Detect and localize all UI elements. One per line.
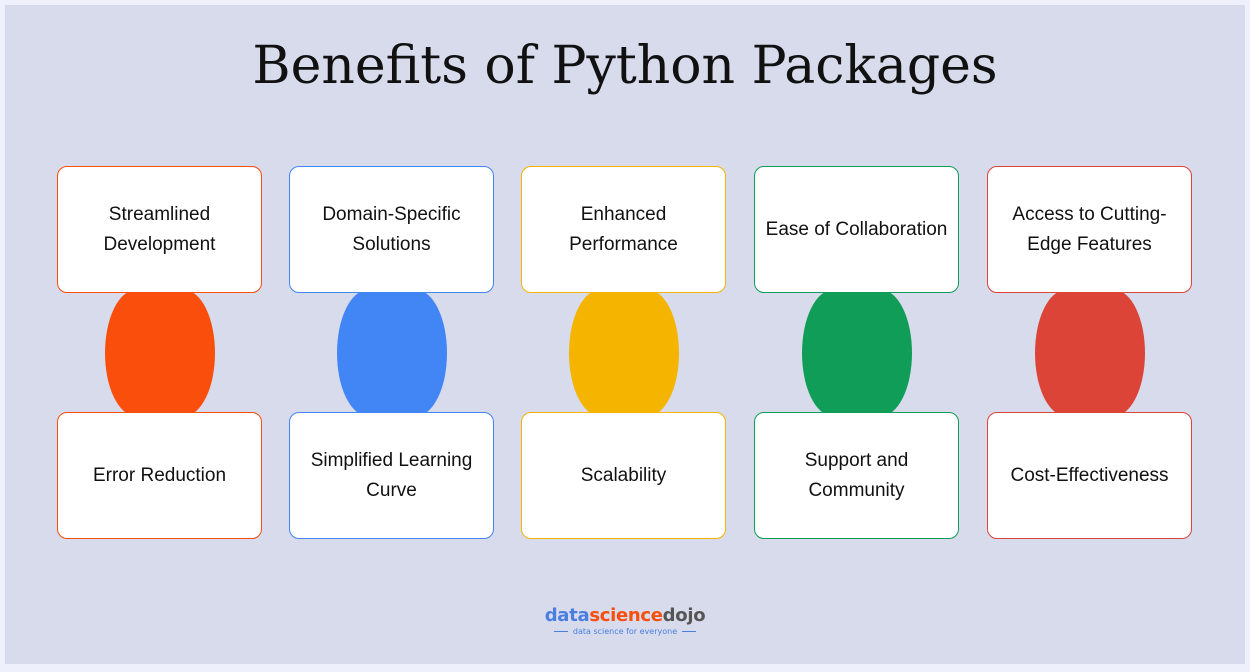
benefit-card-bottom-1: Error Reduction xyxy=(57,412,262,539)
connector-2 xyxy=(337,290,447,416)
logo-tagline: data science for everyone xyxy=(572,627,678,636)
logo-part-science: science xyxy=(589,605,663,626)
benefit-card-top-1: Streamlined Development xyxy=(57,166,262,293)
benefit-label: Support and Community xyxy=(804,449,909,501)
logo-line-left xyxy=(553,631,568,632)
benefit-label: Access to Cutting-Edge Features xyxy=(1012,203,1167,255)
connector-1 xyxy=(105,290,215,416)
benefit-label: Error Reduction xyxy=(92,464,227,486)
benefit-label: Domain-Specific Solutions xyxy=(322,203,461,255)
logo-part-data: data xyxy=(544,605,590,626)
benefit-label: Cost-Effectiveness xyxy=(1010,464,1169,486)
benefit-card-top-4: Ease of Collaboration xyxy=(754,166,959,293)
benefit-card-bottom-4: Support and Community xyxy=(754,412,959,539)
connector-3 xyxy=(569,290,679,416)
benefit-label: Streamlined Development xyxy=(103,203,216,255)
logo-line-right xyxy=(682,631,697,632)
benefit-card-top-5: Access to Cutting-Edge Features xyxy=(987,166,1192,293)
benefit-card-bottom-2: Simplified Learning Curve xyxy=(289,412,494,539)
logo: datasciencedojo data science for everyon… xyxy=(0,605,1250,636)
connector-5 xyxy=(1035,290,1145,416)
benefit-card-bottom-5: Cost-Effectiveness xyxy=(987,412,1192,539)
connector-4 xyxy=(802,290,912,416)
benefit-label: Enhanced Performance xyxy=(569,203,678,255)
logo-part-dojo: dojo xyxy=(662,605,706,626)
benefit-card-bottom-3: Scalability xyxy=(521,412,726,539)
benefit-label: Ease of Collaboration xyxy=(765,218,948,240)
page-title: Benefits of Python Packages xyxy=(252,36,998,96)
benefit-label: Scalability xyxy=(580,464,667,486)
benefit-label: Simplified Learning Curve xyxy=(310,449,473,501)
benefit-card-top-2: Domain-Specific Solutions xyxy=(289,166,494,293)
benefit-card-top-3: Enhanced Performance xyxy=(521,166,726,293)
